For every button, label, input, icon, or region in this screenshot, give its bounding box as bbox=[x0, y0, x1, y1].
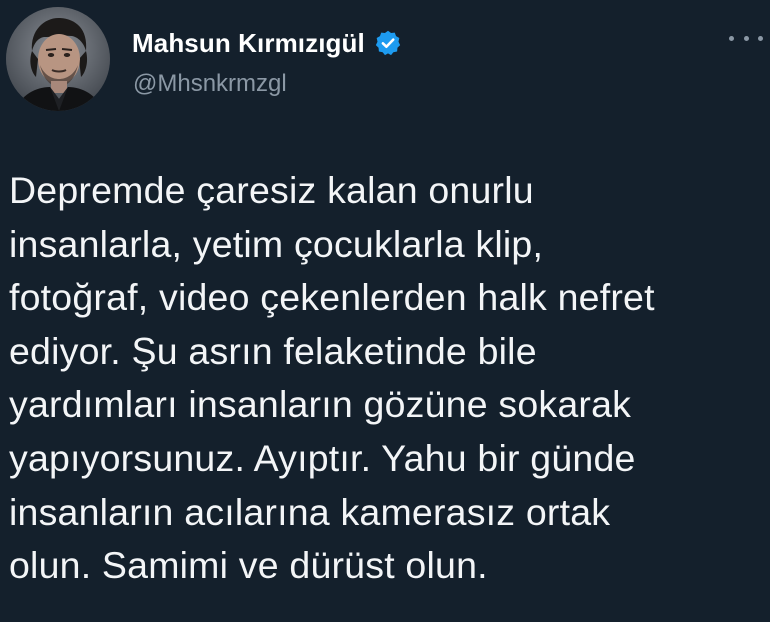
author-display-name[interactable]: Mahsun Kırmızıgül bbox=[132, 28, 365, 59]
more-dot bbox=[758, 35, 763, 41]
author-name-row: Mahsun Kırmızıgül bbox=[132, 26, 402, 60]
profile-photo bbox=[6, 7, 110, 111]
tweet-line: ediyor. Şu asrın felaketinde bile bbox=[9, 329, 537, 372]
author-handle[interactable]: @Mhsnkrmzgl bbox=[133, 70, 287, 98]
more-options-icon[interactable] bbox=[729, 28, 763, 48]
verified-badge-icon bbox=[374, 29, 402, 57]
tweet-card: Mahsun Kırmızıgül @Mhsnkrmzgl Depremde ç… bbox=[0, 0, 770, 622]
tweet-line: olun. Samimi ve dürüst olun. bbox=[9, 544, 488, 587]
tweet-line: insanlarla, yetim çocuklarla klip, bbox=[9, 222, 544, 265]
tweet-line: Depremde çaresiz kalan onurlu bbox=[9, 169, 534, 211]
more-dot bbox=[743, 35, 749, 41]
more-dot bbox=[729, 35, 734, 41]
tweet-text: Depremde çaresiz kalan onurlu insanlarla… bbox=[9, 164, 764, 593]
avatar[interactable] bbox=[6, 7, 110, 111]
tweet-line: insanların acılarına kamerasız ortak bbox=[9, 490, 611, 533]
tweet-line: yapıyorsunuz. Ayıptır. Yahu bir günde bbox=[9, 436, 636, 479]
tweet-line: fotoğraf, video çekenlerden halk nefret bbox=[9, 276, 655, 319]
tweet-line: yardımları insanların gözüne sokarak bbox=[9, 383, 632, 426]
